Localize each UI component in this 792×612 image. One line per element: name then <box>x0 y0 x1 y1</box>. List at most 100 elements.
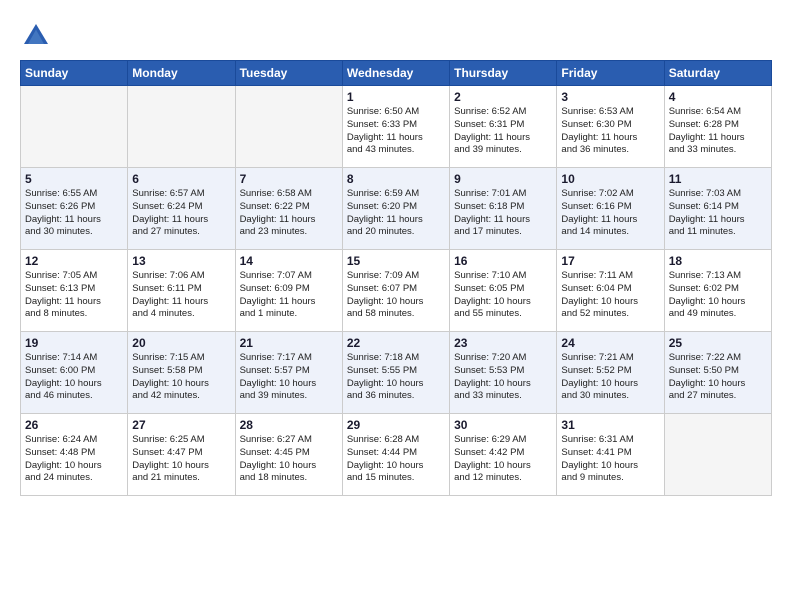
cell-content: Sunrise: 7:07 AMSunset: 6:09 PMDaylight:… <box>240 270 338 321</box>
day-number: 22 <box>347 336 445 350</box>
cell-content: Sunrise: 6:53 AMSunset: 6:30 PMDaylight:… <box>561 106 659 157</box>
day-number: 19 <box>25 336 123 350</box>
cell-content: Sunrise: 6:58 AMSunset: 6:22 PMDaylight:… <box>240 188 338 239</box>
calendar-week-row: 19 Sunrise: 7:14 AMSunset: 6:00 PMDayligh… <box>21 332 772 414</box>
calendar-cell: 4Sunrise: 6:54 AMSunset: 6:28 PMDaylight… <box>664 86 771 168</box>
cell-content: Sunrise: 7:21 AMSunset: 5:52 PMDaylight:… <box>561 352 659 403</box>
cell-content: Sunrise: 7:01 AMSunset: 6:18 PMDaylight:… <box>454 188 552 239</box>
calendar-cell: 1Sunrise: 6:50 AMSunset: 6:33 PMDaylight… <box>342 86 449 168</box>
cell-content: Sunrise: 6:31 AMSunset: 4:41 PMDaylight:… <box>561 434 659 485</box>
cell-content: Sunrise: 7:18 AMSunset: 5:55 PMDaylight:… <box>347 352 445 403</box>
day-number: 3 <box>561 90 659 104</box>
day-number: 7 <box>240 172 338 186</box>
calendar-cell: 18 Sunrise: 7:13 AMSunset: 6:02 PMDayligh… <box>664 250 771 332</box>
page-container: SundayMondayTuesdayWednesdayThursdayFrid… <box>0 0 792 506</box>
cell-content: Sunrise: 7:17 AMSunset: 5:57 PMDaylight:… <box>240 352 338 403</box>
day-number: 11 <box>669 172 767 186</box>
day-number: 13 <box>132 254 230 268</box>
calendar-cell: 23 Sunrise: 7:20 AMSunset: 5:53 PMDayligh… <box>450 332 557 414</box>
logo-icon <box>20 20 52 52</box>
calendar-cell: 8 Sunrise: 6:59 AMSunset: 6:20 PMDaylight… <box>342 168 449 250</box>
calendar-cell: 16 Sunrise: 7:10 AMSunset: 6:05 PMDayligh… <box>450 250 557 332</box>
calendar-cell: 15 Sunrise: 7:09 AMSunset: 6:07 PMDayligh… <box>342 250 449 332</box>
day-number: 30 <box>454 418 552 432</box>
calendar-cell: 3 Sunrise: 6:53 AMSunset: 6:30 PMDaylight… <box>557 86 664 168</box>
day-number: 29 <box>347 418 445 432</box>
cell-content: Sunrise: 7:05 AMSunset: 6:13 PMDaylight:… <box>25 270 123 321</box>
day-number: 5 <box>25 172 123 186</box>
day-number: 9 <box>454 172 552 186</box>
cell-content: Sunrise: 7:15 AMSunset: 5:58 PMDaylight:… <box>132 352 230 403</box>
day-number: 12 <box>25 254 123 268</box>
calendar-cell <box>21 86 128 168</box>
calendar-cell: 10 Sunrise: 7:02 AMSunset: 6:16 PMDayligh… <box>557 168 664 250</box>
calendar-week-row: 26Sunrise: 6:24 AMSunset: 4:48 PMDayligh… <box>21 414 772 496</box>
calendar-cell: 17Sunrise: 7:11 AMSunset: 6:04 PMDayligh… <box>557 250 664 332</box>
calendar-cell <box>235 86 342 168</box>
day-number: 6 <box>132 172 230 186</box>
cell-content: Sunrise: 6:55 AMSunset: 6:26 PMDaylight:… <box>25 188 123 239</box>
cell-content: Sunrise: 7:03 AMSunset: 6:14 PMDaylight:… <box>669 188 767 239</box>
cell-content: Sunrise: 6:54 AMSunset: 6:28 PMDaylight:… <box>669 106 767 157</box>
calendar-day-header: Monday <box>128 61 235 86</box>
cell-content: Sunrise: 6:59 AMSunset: 6:20 PMDaylight:… <box>347 188 445 239</box>
cell-content: Sunrise: 6:29 AMSunset: 4:42 PMDaylight:… <box>454 434 552 485</box>
cell-content: Sunrise: 7:11 AMSunset: 6:04 PMDaylight:… <box>561 270 659 321</box>
day-number: 21 <box>240 336 338 350</box>
calendar-cell: 30 Sunrise: 6:29 AMSunset: 4:42 PMDayligh… <box>450 414 557 496</box>
day-number: 2 <box>454 90 552 104</box>
calendar-cell: 5 Sunrise: 6:55 AMSunset: 6:26 PMDaylight… <box>21 168 128 250</box>
day-number: 10 <box>561 172 659 186</box>
calendar-cell: 14 Sunrise: 7:07 AMSunset: 6:09 PMDayligh… <box>235 250 342 332</box>
cell-content: Sunrise: 6:52 AMSunset: 6:31 PMDaylight:… <box>454 106 552 157</box>
calendar-week-row: 12 Sunrise: 7:05 AMSunset: 6:13 PMDayligh… <box>21 250 772 332</box>
calendar-cell: 24 Sunrise: 7:21 AMSunset: 5:52 PMDayligh… <box>557 332 664 414</box>
day-number: 28 <box>240 418 338 432</box>
cell-content: Sunrise: 7:22 AMSunset: 5:50 PMDaylight:… <box>669 352 767 403</box>
day-number: 14 <box>240 254 338 268</box>
calendar-cell: 29 Sunrise: 6:28 AMSunset: 4:44 PMDayligh… <box>342 414 449 496</box>
calendar-cell: 20 Sunrise: 7:15 AMSunset: 5:58 PMDayligh… <box>128 332 235 414</box>
header <box>20 16 772 52</box>
calendar-cell: 6Sunrise: 6:57 AMSunset: 6:24 PMDaylight… <box>128 168 235 250</box>
calendar-day-header: Thursday <box>450 61 557 86</box>
day-number: 8 <box>347 172 445 186</box>
day-number: 27 <box>132 418 230 432</box>
calendar-cell: 28 Sunrise: 6:27 AMSunset: 4:45 PMDayligh… <box>235 414 342 496</box>
cell-content: Sunrise: 6:27 AMSunset: 4:45 PMDaylight:… <box>240 434 338 485</box>
day-number: 1 <box>347 90 445 104</box>
cell-content: Sunrise: 7:06 AMSunset: 6:11 PMDaylight:… <box>132 270 230 321</box>
calendar-day-header: Saturday <box>664 61 771 86</box>
calendar-cell: 27 Sunrise: 6:25 AMSunset: 4:47 PMDayligh… <box>128 414 235 496</box>
calendar-cell: 26Sunrise: 6:24 AMSunset: 4:48 PMDayligh… <box>21 414 128 496</box>
cell-content: Sunrise: 6:25 AMSunset: 4:47 PMDaylight:… <box>132 434 230 485</box>
day-number: 24 <box>561 336 659 350</box>
cell-content: Sunrise: 7:10 AMSunset: 6:05 PMDaylight:… <box>454 270 552 321</box>
calendar-cell: 2 Sunrise: 6:52 AMSunset: 6:31 PMDaylight… <box>450 86 557 168</box>
day-number: 15 <box>347 254 445 268</box>
cell-content: Sunrise: 7:02 AMSunset: 6:16 PMDaylight:… <box>561 188 659 239</box>
calendar-day-header: Friday <box>557 61 664 86</box>
calendar-cell: 13 Sunrise: 7:06 AMSunset: 6:11 PMDayligh… <box>128 250 235 332</box>
calendar-cell: 12 Sunrise: 7:05 AMSunset: 6:13 PMDayligh… <box>21 250 128 332</box>
cell-content: Sunrise: 7:14 AMSunset: 6:00 PMDaylight:… <box>25 352 123 403</box>
cell-content: Sunrise: 7:13 AMSunset: 6:02 PMDaylight:… <box>669 270 767 321</box>
day-number: 16 <box>454 254 552 268</box>
cell-content: Sunrise: 6:28 AMSunset: 4:44 PMDaylight:… <box>347 434 445 485</box>
day-number: 31 <box>561 418 659 432</box>
cell-content: Sunrise: 7:20 AMSunset: 5:53 PMDaylight:… <box>454 352 552 403</box>
calendar-week-row: 5 Sunrise: 6:55 AMSunset: 6:26 PMDaylight… <box>21 168 772 250</box>
calendar-cell <box>128 86 235 168</box>
calendar-table: SundayMondayTuesdayWednesdayThursdayFrid… <box>20 60 772 496</box>
logo <box>20 20 56 52</box>
day-number: 18 <box>669 254 767 268</box>
day-number: 20 <box>132 336 230 350</box>
cell-content: Sunrise: 7:09 AMSunset: 6:07 PMDaylight:… <box>347 270 445 321</box>
calendar-cell: 25 Sunrise: 7:22 AMSunset: 5:50 PMDayligh… <box>664 332 771 414</box>
calendar-cell <box>664 414 771 496</box>
calendar-cell: 21 Sunrise: 7:17 AMSunset: 5:57 PMDayligh… <box>235 332 342 414</box>
calendar-day-header: Sunday <box>21 61 128 86</box>
calendar-cell: 19 Sunrise: 7:14 AMSunset: 6:00 PMDayligh… <box>21 332 128 414</box>
day-number: 25 <box>669 336 767 350</box>
day-number: 23 <box>454 336 552 350</box>
